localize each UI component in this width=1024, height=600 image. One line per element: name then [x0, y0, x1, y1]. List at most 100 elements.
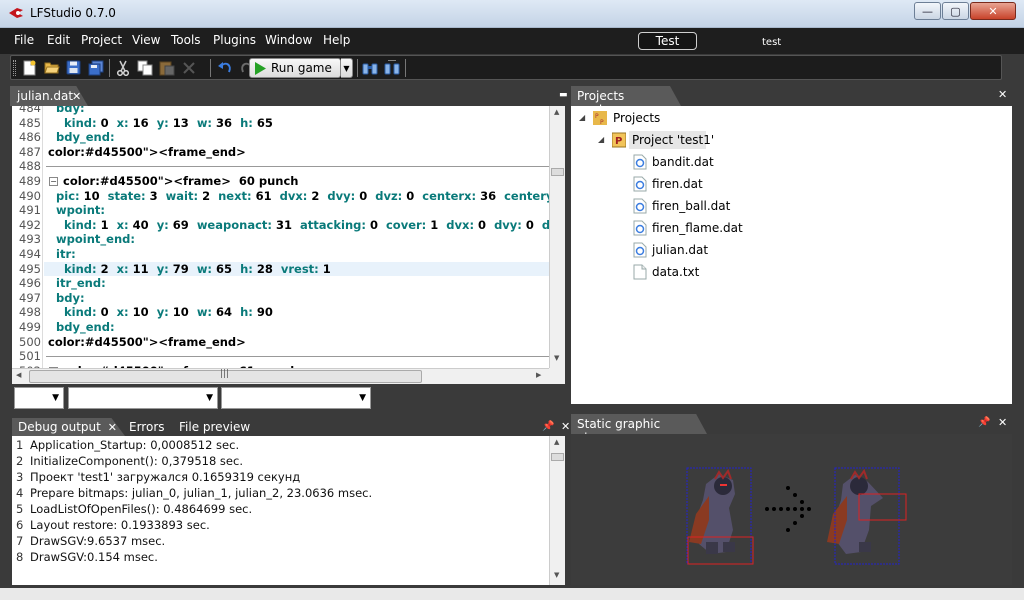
- line-number: 488: [19, 159, 41, 174]
- tree-item-file[interactable]: firen.dat: [652, 177, 703, 191]
- code-line: itr:: [56, 247, 76, 261]
- play-icon: [255, 61, 266, 75]
- line-number: 501: [19, 349, 41, 364]
- scroll-down-icon[interactable]: ▼: [554, 571, 559, 579]
- line-number: 499: [19, 320, 41, 334]
- run-game-button[interactable]: Run game: [249, 58, 341, 78]
- scroll-right-icon[interactable]: ▶: [536, 371, 541, 379]
- scroll-thumb[interactable]: [551, 168, 564, 176]
- tree-item-file[interactable]: firen_flame.dat: [652, 221, 743, 235]
- tab-list-icon[interactable]: ▬: [559, 90, 569, 100]
- tab-static-graphic-viewer[interactable]: Static graphic viewer: [571, 414, 707, 434]
- project-icon: P: [612, 132, 626, 148]
- close-panel-icon[interactable]: ✕: [561, 420, 570, 433]
- debug-line-text: Layout restore: 0.1933893 sec.: [30, 518, 210, 532]
- tab-file-preview[interactable]: File preview: [173, 418, 256, 436]
- scroll-left-icon[interactable]: ◀: [16, 371, 21, 379]
- tab-projects-explorer[interactable]: Projects explorer: [571, 86, 681, 106]
- replace-icon[interactable]: [383, 59, 400, 76]
- run-game-dropdown-button[interactable]: ▼: [341, 58, 353, 78]
- code-line: kind: 0 x: 10 y: 10 w: 64 h: 90: [64, 305, 273, 320]
- scroll-down-icon[interactable]: ▼: [554, 354, 559, 362]
- cut-icon[interactable]: [114, 59, 131, 76]
- minimize-button[interactable]: —: [914, 2, 941, 20]
- tab-debug-output[interactable]: Debug output ✕: [12, 418, 125, 436]
- combo-box-1[interactable]: ▼: [14, 387, 64, 409]
- tree-item-projects[interactable]: Projects: [613, 111, 660, 125]
- debug-line-number: 6: [16, 518, 24, 532]
- tab-errors[interactable]: Errors: [123, 418, 171, 436]
- line-number: 500: [19, 334, 41, 349]
- close-panel-icon[interactable]: ✕: [998, 416, 1007, 429]
- menu-help[interactable]: Help: [323, 33, 350, 47]
- line-number: 493: [19, 232, 41, 247]
- test-button[interactable]: Test: [638, 32, 697, 50]
- toolbar: Run game ▼: [10, 55, 1002, 80]
- line-number-gutter: 484 485 486 487 488 489 490 491 492 493 494 495 496 4…: [12, 106, 43, 368]
- code-line: kind: 0 x: 16 y: 13 w: 36 h: 65: [64, 115, 273, 130]
- tree-item-file[interactable]: bandit.dat: [652, 155, 714, 169]
- tree-item-file[interactable]: firen_ball.dat: [652, 199, 730, 213]
- tree-item-project-test1[interactable]: Project 'test1': [632, 133, 714, 147]
- close-icon: ✕: [988, 4, 998, 18]
- pin-icon[interactable]: 📌: [978, 417, 990, 428]
- copy-icon[interactable]: [136, 59, 153, 76]
- menu-project[interactable]: Project: [81, 33, 122, 47]
- find-icon[interactable]: [361, 59, 378, 76]
- menu-window[interactable]: Window: [265, 33, 312, 47]
- menu-edit[interactable]: Edit: [47, 33, 70, 47]
- open-folder-icon[interactable]: [43, 59, 60, 76]
- scroll-up-icon[interactable]: ▲: [554, 108, 559, 116]
- code-editor[interactable]: 484 485 486 487 488 489 490 491 492 493 494 495 496 4…: [12, 106, 549, 368]
- debug-line: 7 DrawSGV:9.6537 msec.: [12, 534, 549, 550]
- debug-line: 2 InitializeComponent(): 0,379518 sec.: [12, 454, 549, 470]
- undo-icon[interactable]: [216, 59, 233, 76]
- tree-item-file[interactable]: data.txt: [652, 265, 699, 279]
- scroll-up-icon[interactable]: ▲: [554, 438, 559, 446]
- paste-icon[interactable]: [158, 59, 175, 76]
- menu-tools[interactable]: Tools: [171, 33, 201, 47]
- toolbar-grip[interactable]: [13, 60, 16, 76]
- chevron-down-icon: ▼: [359, 393, 366, 403]
- scroll-thumb[interactable]: |||: [29, 369, 422, 383]
- close-window-button[interactable]: ✕: [970, 2, 1016, 20]
- editor-vertical-scrollbar[interactable]: ▲ ▼: [549, 106, 565, 368]
- new-file-icon[interactable]: [21, 59, 38, 76]
- dat-file-icon: [633, 154, 647, 170]
- fold-toggle-icon[interactable]: −: [49, 177, 58, 186]
- line-number: 495: [19, 261, 41, 276]
- maximize-button[interactable]: ▢: [942, 2, 969, 20]
- combo-box-2[interactable]: ▼: [68, 387, 218, 409]
- debug-line-text: LoadListOfOpenFiles(): 0.4864699 sec.: [30, 502, 253, 516]
- window-title: LFStudio 0.7.0: [30, 6, 116, 20]
- debug-line-number: 2: [16, 454, 24, 468]
- menu-file[interactable]: File: [14, 33, 34, 47]
- editor-horizontal-scrollbar[interactable]: ◀ ||| ▶: [12, 368, 549, 384]
- menu-view[interactable]: View: [132, 33, 160, 47]
- debug-line-text: Prepare bitmaps: julian_0, julian_1, jul…: [30, 486, 373, 500]
- pin-icon[interactable]: 📌: [542, 421, 554, 432]
- menu-plugins[interactable]: Plugins: [213, 33, 256, 47]
- save-icon[interactable]: [65, 59, 82, 76]
- save-all-icon[interactable]: [87, 59, 104, 76]
- delete-icon[interactable]: [180, 59, 197, 76]
- combo-box-3[interactable]: ▼: [221, 387, 371, 409]
- scroll-thumb[interactable]: [551, 453, 564, 461]
- collapse-triangle-icon[interactable]: ◢: [598, 135, 604, 144]
- svg-text:P: P: [595, 113, 599, 120]
- collapse-triangle-icon[interactable]: ◢: [579, 113, 585, 122]
- tree-item-file[interactable]: julian.dat: [652, 243, 708, 257]
- debug-vertical-scrollbar[interactable]: ▲ ▼: [549, 436, 565, 585]
- dat-file-icon: [633, 198, 647, 214]
- frame-divider: [46, 356, 549, 358]
- code-line: bdy:: [56, 106, 85, 115]
- line-number: 485: [19, 115, 41, 130]
- close-panel-icon[interactable]: ✕: [998, 88, 1007, 101]
- line-number: 494: [19, 247, 41, 261]
- close-tab-icon[interactable]: ✕: [108, 421, 117, 434]
- debug-line: 1 Application_Startup: 0,0008512 sec.: [12, 438, 549, 454]
- close-tab-icon[interactable]: ✕: [72, 90, 81, 103]
- code-line: bdy:: [56, 290, 85, 305]
- toolbar-separator: [405, 59, 406, 77]
- app-logo-icon: [9, 8, 23, 18]
